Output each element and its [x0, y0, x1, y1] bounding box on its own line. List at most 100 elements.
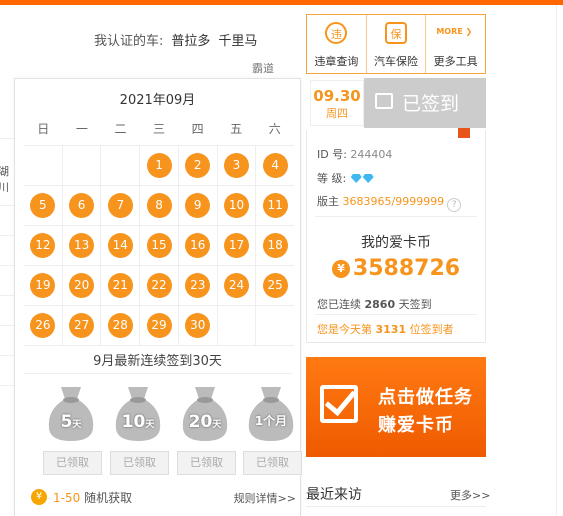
coin-icon: ¥: [31, 489, 47, 505]
random-reward-text: 1-50 随机获取: [53, 491, 133, 505]
signed-day[interactable]: 8: [146, 193, 172, 218]
rules-detail-link[interactable]: 规则详情>>: [234, 490, 296, 506]
calendar-week-row: 1234: [24, 146, 294, 186]
moderator-points: 版主 3683965/9999999?: [317, 193, 462, 212]
signed-day[interactable]: 12: [30, 233, 56, 258]
signed-day[interactable]: 24: [223, 273, 249, 298]
signed-day[interactable]: 29: [146, 313, 172, 338]
signed-day[interactable]: 15: [146, 233, 172, 258]
signed-day[interactable]: 6: [69, 193, 95, 218]
streak-month-note: 9月最新连续签到30天: [93, 354, 222, 369]
signed-day[interactable]: 21: [107, 273, 133, 298]
divider: [306, 506, 486, 507]
calendar-cell: [256, 306, 294, 345]
signed-in-button[interactable]: 已签到: [364, 78, 486, 128]
calendar-cell: 25: [256, 266, 294, 305]
calendar-grid: 日 一 二 三 四 五 六 1 2 3 4 5 6 7 8 9 10 11 12 13 14 15 16 17 1…: [24, 113, 294, 346]
more-tools-button[interactable]: MORE ❯ 更多工具: [426, 15, 485, 73]
user-level: 等 级:: [317, 170, 374, 186]
calendar-cell: 2: [179, 146, 218, 185]
calendar-cell: 9: [179, 186, 218, 225]
page-edge-line: [556, 5, 557, 515]
reward-bag-10-days: 10天: [110, 379, 166, 445]
calendar-cell: [63, 146, 102, 185]
today-date-box: 09.30 周四: [310, 80, 364, 126]
car-model-link[interactable]: 霸道: [252, 60, 274, 76]
calendar-check-icon: [375, 93, 393, 109]
calendar-cell: 30: [179, 306, 218, 345]
signed-status: 已签到: [402, 93, 460, 115]
signed-day[interactable]: 16: [185, 233, 211, 258]
calendar-month-title: 2021年09月: [119, 93, 196, 108]
car-link[interactable]: 普拉多: [171, 34, 210, 49]
calendar-cell: 24: [218, 266, 257, 305]
divider: [24, 373, 292, 374]
task-banner-line2: 赚爱卡币: [378, 415, 454, 436]
signed-day[interactable]: 2: [185, 153, 211, 178]
signed-day[interactable]: 1: [146, 153, 172, 178]
signed-day[interactable]: 5: [30, 193, 56, 218]
claimed-button[interactable]: 已领取: [243, 451, 302, 475]
weekday-label: 五: [230, 122, 243, 136]
calendar-week-row: 19 20 21 22 23 24 25: [24, 266, 294, 306]
signed-day[interactable]: 7: [107, 193, 133, 218]
reward-bag-1-month: 1个月: [243, 379, 299, 445]
calendar-cell: 4: [256, 146, 294, 185]
weekday-label: 二: [114, 122, 127, 136]
signed-day[interactable]: 18: [262, 233, 288, 258]
signed-day[interactable]: 22: [146, 273, 172, 298]
signed-day[interactable]: 19: [30, 273, 56, 298]
coin-icon: ¥: [331, 260, 350, 278]
coin-balance: ¥3588726: [307, 256, 485, 281]
tool-label: 汽车保险: [374, 55, 418, 68]
signed-day[interactable]: 4: [262, 153, 288, 178]
reward-bag-label: 1个月: [254, 414, 288, 428]
signed-day[interactable]: 27: [69, 313, 95, 338]
calendar-cell: 5: [24, 186, 63, 225]
car-link[interactable]: 千里马: [218, 34, 257, 49]
signed-day[interactable]: 23: [185, 273, 211, 298]
calendar-cell: 26: [24, 306, 63, 345]
violation-query-button[interactable]: 违 违章查询: [307, 15, 367, 73]
weekday-label: 三: [153, 122, 166, 136]
divider: [315, 314, 477, 315]
calendar-cell: 1: [140, 146, 179, 185]
claimed-button[interactable]: 已领取: [177, 451, 236, 475]
insurance-icon: 保: [385, 22, 407, 44]
weekday-header: 日 一 二 三 四 五 六: [24, 113, 294, 146]
signed-day[interactable]: 3: [223, 153, 249, 178]
weekday-label: 六: [268, 122, 281, 136]
signed-day[interactable]: 30: [185, 313, 211, 338]
signed-day[interactable]: 11: [262, 193, 288, 218]
streak-text: 您已连续 2860 天签到: [317, 298, 432, 311]
claimed-button[interactable]: 已领取: [43, 451, 102, 475]
calendar-cell: 10: [218, 186, 257, 225]
calendar-cell: 7: [101, 186, 141, 225]
signed-day[interactable]: 25: [262, 273, 288, 298]
signed-day[interactable]: 20: [69, 273, 95, 298]
calendar-cell: 8: [140, 186, 179, 225]
signed-day[interactable]: 9: [185, 193, 211, 218]
car-insurance-button[interactable]: 保 汽车保险: [367, 15, 427, 73]
help-icon[interactable]: ?: [447, 198, 462, 212]
diamond-icon: [362, 174, 374, 183]
recent-more-link[interactable]: 更多>>: [450, 487, 490, 503]
reward-bag-20-days: 20天: [177, 379, 233, 445]
reward-claim-row: 已领取 已领取 已领取 已领取: [29, 451, 302, 475]
claimed-button[interactable]: 已领取: [110, 451, 169, 475]
calendar-cell: 27: [63, 306, 102, 345]
divider: [315, 216, 477, 217]
top-accent-bar: [0, 0, 563, 5]
calendar-cell: [24, 146, 63, 185]
diamond-icon: [350, 174, 362, 183]
signed-day[interactable]: 26: [30, 313, 56, 338]
calendar-cell: 29: [140, 306, 179, 345]
certified-cars: 我认证的车: 普拉多 千里马: [94, 30, 257, 49]
signed-day[interactable]: 28: [107, 313, 133, 338]
tool-label: 违章查询: [314, 55, 359, 68]
signed-day[interactable]: 14: [107, 233, 133, 258]
task-banner[interactable]: 点击做任务 赚爱卡币: [306, 357, 486, 457]
signed-day[interactable]: 13: [69, 233, 95, 258]
signed-day[interactable]: 17: [223, 233, 249, 258]
signed-day[interactable]: 10: [223, 193, 249, 218]
